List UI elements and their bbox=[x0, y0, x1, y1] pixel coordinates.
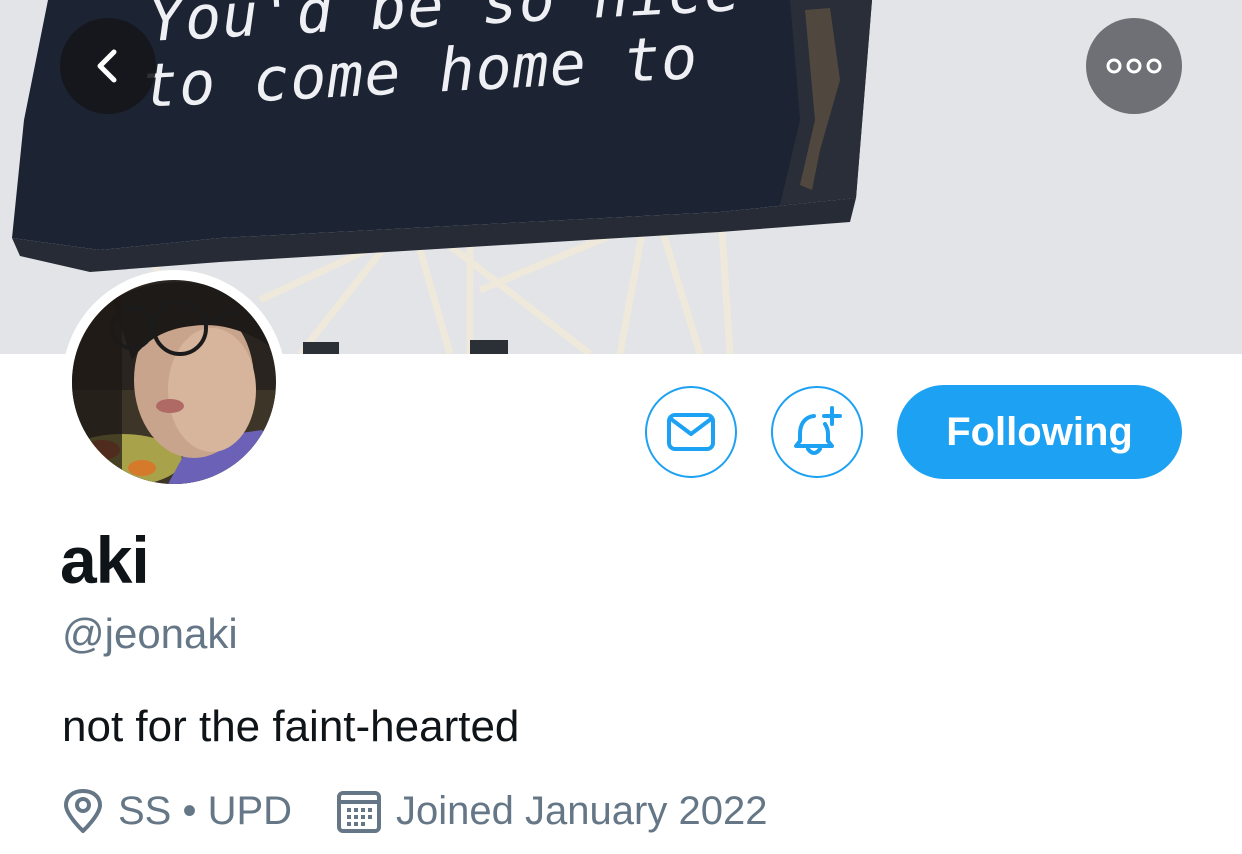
location: SS • UPD bbox=[62, 788, 292, 834]
avatar[interactable] bbox=[62, 270, 286, 494]
display-name: aki bbox=[60, 523, 150, 597]
notifications-button[interactable] bbox=[771, 386, 863, 478]
join-date: Joined January 2022 bbox=[336, 788, 767, 834]
join-date-text: Joined January 2022 bbox=[396, 788, 768, 833]
profile-bio: not for the faint-hearted bbox=[62, 702, 520, 751]
back-button[interactable] bbox=[60, 18, 156, 114]
location-text: SS • UPD bbox=[118, 788, 293, 833]
bell-plus-icon bbox=[794, 406, 842, 455]
more-options-button[interactable] bbox=[1086, 18, 1182, 114]
chevron-left-icon bbox=[97, 49, 117, 83]
profile-page: You'd be so nice to come home to Followi… bbox=[0, 0, 1242, 854]
following-button[interactable]: Following bbox=[897, 385, 1182, 479]
profile-meta: SS • UPD Joined January 2022 bbox=[62, 786, 767, 836]
user-handle: @jeonaki bbox=[62, 610, 238, 657]
location-pin-icon bbox=[64, 789, 102, 833]
avatar-image bbox=[72, 280, 276, 484]
calendar-icon bbox=[337, 791, 382, 833]
envelope-icon bbox=[667, 413, 715, 451]
more-horizontal-icon bbox=[1106, 58, 1162, 74]
message-button[interactable] bbox=[645, 386, 737, 478]
